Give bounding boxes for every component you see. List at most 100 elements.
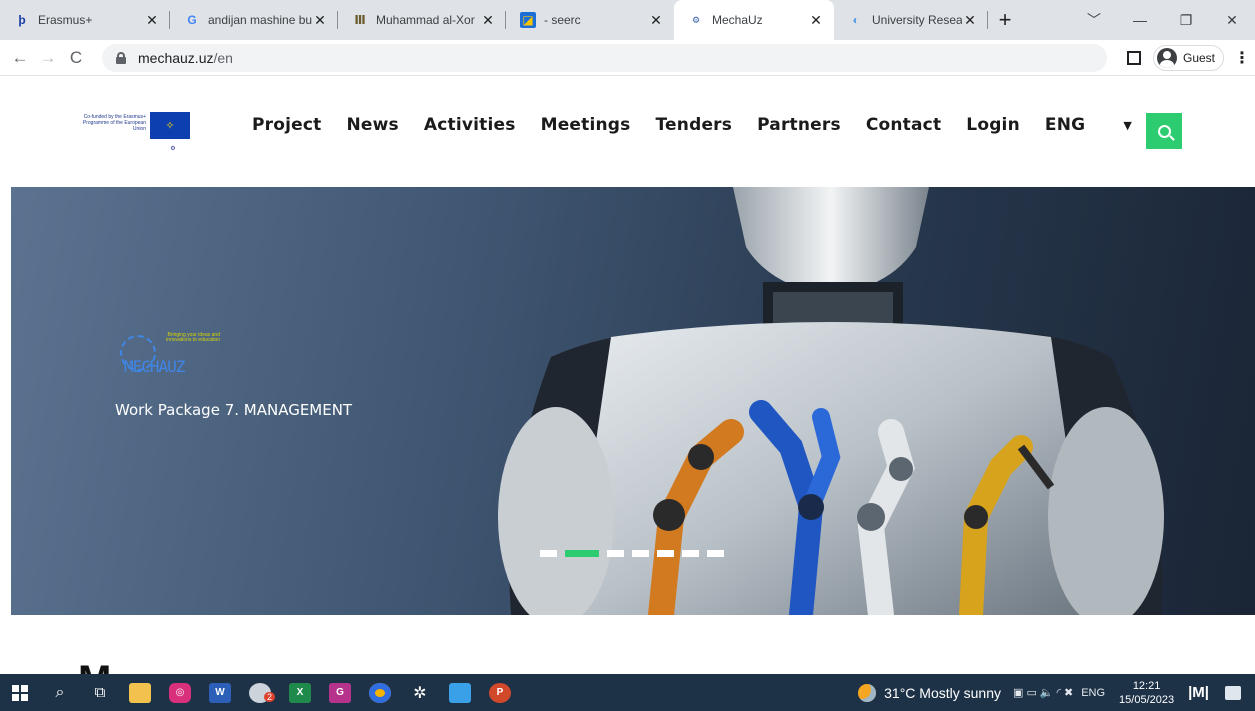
slide-dot[interactable] (657, 550, 674, 557)
tab-mechauz[interactable]: ⚙ MechaUz ✕ (674, 0, 834, 40)
mechauz-icon: ⚙ (691, 14, 701, 25)
tab-seerc[interactable]: ◪ - seerc ✕ (506, 0, 674, 40)
window-controls: ﹀ — ❐ ✕ (1071, 0, 1255, 40)
language-selector[interactable]: ENG (1045, 115, 1085, 135)
tab-university-research[interactable]: ◐ University Research ✕ (834, 0, 988, 40)
search-icon (1157, 124, 1171, 138)
tab-museum[interactable]: Ⅲ Muhammad al-Xor ✕ (338, 0, 506, 40)
powerpoint-button[interactable]: P (480, 674, 520, 711)
tab-title: MechaUz (712, 13, 763, 27)
hero-slider[interactable]: Bringing your ideas and innovations to e… (11, 187, 1255, 615)
nav-meetings[interactable]: Meetings (541, 115, 631, 135)
tab-search-icon[interactable]: ﹀ (1071, 10, 1117, 30)
close-icon[interactable]: ✕ (962, 12, 978, 29)
clock-date: 15/05/2023 (1119, 693, 1175, 706)
input-language[interactable]: ENG (1081, 687, 1105, 699)
close-icon[interactable]: ✕ (312, 12, 328, 29)
slide-dot[interactable] (707, 550, 724, 557)
avatar-icon (1157, 47, 1177, 68)
tab-divider (987, 11, 988, 29)
caret-down-icon[interactable]: ▼ (1123, 119, 1132, 132)
powerpoint-icon: P (489, 682, 511, 703)
side-panel-icon[interactable] (1127, 50, 1141, 65)
browser-tab-strip: þ Erasmus+ ✕ G andijan mashine bu ✕ Ⅲ Mu… (0, 0, 1255, 40)
restore-icon[interactable]: ❐ (1163, 12, 1209, 29)
slide-dot[interactable] (682, 550, 699, 557)
slide-dot[interactable] (632, 550, 649, 557)
url-path: /en (213, 49, 233, 66)
excel-button[interactable]: X (280, 674, 320, 711)
close-icon[interactable]: ✕ (808, 12, 824, 29)
close-icon[interactable]: ✕ (648, 12, 664, 29)
excel-icon: X (289, 682, 311, 703)
lock-icon[interactable] (116, 51, 126, 64)
weather-widget[interactable]: 31°C Mostly sunny (858, 683, 1002, 702)
tab-erasmus[interactable]: þ Erasmus+ ✕ (0, 0, 170, 40)
close-icon[interactable]: ✕ (480, 12, 496, 29)
mechauz-logo: Bringing your ideas and innovations to e… (116, 327, 226, 377)
tab-title: University Research (872, 13, 962, 27)
profile-label: Guest (1183, 50, 1216, 65)
chat-app-button[interactable]: 2 (240, 674, 280, 711)
windows-taskbar: ⌕ ⧉ ◎ W 2 X G ✲ P 31°C Mostly sunny ▣ ▭ … (0, 674, 1255, 711)
start-button[interactable] (0, 674, 40, 711)
nav-contact[interactable]: Contact (866, 115, 941, 135)
slide-dot[interactable] (540, 550, 557, 557)
url-host: mechauz.uz (138, 49, 214, 66)
instagram-icon: ◎ (169, 682, 191, 703)
university-icon: ◐ (852, 13, 860, 27)
word-button[interactable]: W (200, 674, 240, 711)
back-icon[interactable]: ← (6, 48, 34, 68)
tab-title: andijan mashine bu (208, 13, 312, 27)
slide-dot-active[interactable] (565, 550, 599, 557)
file-explorer-button[interactable] (120, 674, 160, 711)
chrome-button[interactable] (360, 674, 400, 711)
mail-button[interactable] (440, 674, 480, 711)
logo-tagline: Bringing your ideas and innovations to e… (166, 332, 220, 343)
close-window-icon[interactable]: ✕ (1209, 12, 1255, 29)
eu-flag-icon: ✧ (150, 112, 190, 139)
nav-tenders[interactable]: Tenders (656, 115, 733, 135)
menu-icon[interactable]: ⋮ (1234, 48, 1250, 68)
tab-google-search[interactable]: G andijan mashine bu ✕ (170, 0, 338, 40)
windows-icon (12, 684, 28, 701)
nav-news[interactable]: News (346, 115, 398, 135)
pdf-app-button[interactable]: G (320, 674, 360, 711)
instagram-button[interactable]: ◎ (160, 674, 200, 711)
weather-text: 31°C Mostly sunny (884, 684, 1002, 701)
new-tab-button[interactable]: + (988, 0, 1022, 40)
tray-icons[interactable]: ▣ ▭ 🔈 ◜ ✖ (1013, 686, 1073, 699)
close-icon[interactable]: ✕ (144, 12, 160, 29)
task-view-button[interactable]: ⧉ (80, 674, 120, 711)
google-icon: G (187, 13, 197, 27)
search-button[interactable] (1146, 113, 1182, 149)
clock[interactable]: 12:21 15/05/2023 (1119, 679, 1174, 707)
nav-partners[interactable]: Partners (757, 115, 841, 135)
nav-activities[interactable]: Activities (424, 115, 516, 135)
address-bar[interactable]: mechauz.uz/en (102, 43, 1107, 72)
forward-icon[interactable]: → (34, 48, 62, 68)
system-tray: 31°C Mostly sunny ▣ ▭ 🔈 ◜ ✖ ENG 12:21 15… (858, 674, 1255, 711)
profile-button[interactable]: Guest (1153, 44, 1225, 71)
nav-project[interactable]: Project (252, 115, 321, 135)
task-view-icon: ⧉ (94, 684, 106, 701)
notification-badge: 2 (264, 692, 276, 702)
app-tray-icon[interactable]: |M| (1188, 684, 1209, 701)
chrome-icon (369, 682, 391, 703)
word-icon: W (209, 682, 231, 703)
folder-icon (129, 682, 151, 703)
slider-pagination (540, 550, 732, 557)
settings-button[interactable]: ✲ (400, 674, 440, 711)
eu-cofunded-text: Co-funded by the Erasmus+ Programme of t… (82, 114, 146, 132)
search-taskbar-button[interactable]: ⌕ (40, 674, 80, 711)
slide-title: Work Package 7. MANAGEMENT (115, 401, 353, 419)
eu-cofunded-logo[interactable]: Co-funded by the Erasmus+ Programme of t… (80, 112, 196, 156)
clock-time: 12:21 (1132, 679, 1161, 692)
reload-icon[interactable]: C (62, 48, 90, 68)
nav-login[interactable]: Login (966, 115, 1020, 135)
minimize-icon[interactable]: — (1117, 12, 1163, 28)
slide-dot[interactable] (607, 550, 624, 557)
notification-center-icon[interactable] (1225, 685, 1241, 700)
mail-icon (449, 682, 471, 703)
mechauz-mini-logo: ⚙ (170, 145, 176, 152)
